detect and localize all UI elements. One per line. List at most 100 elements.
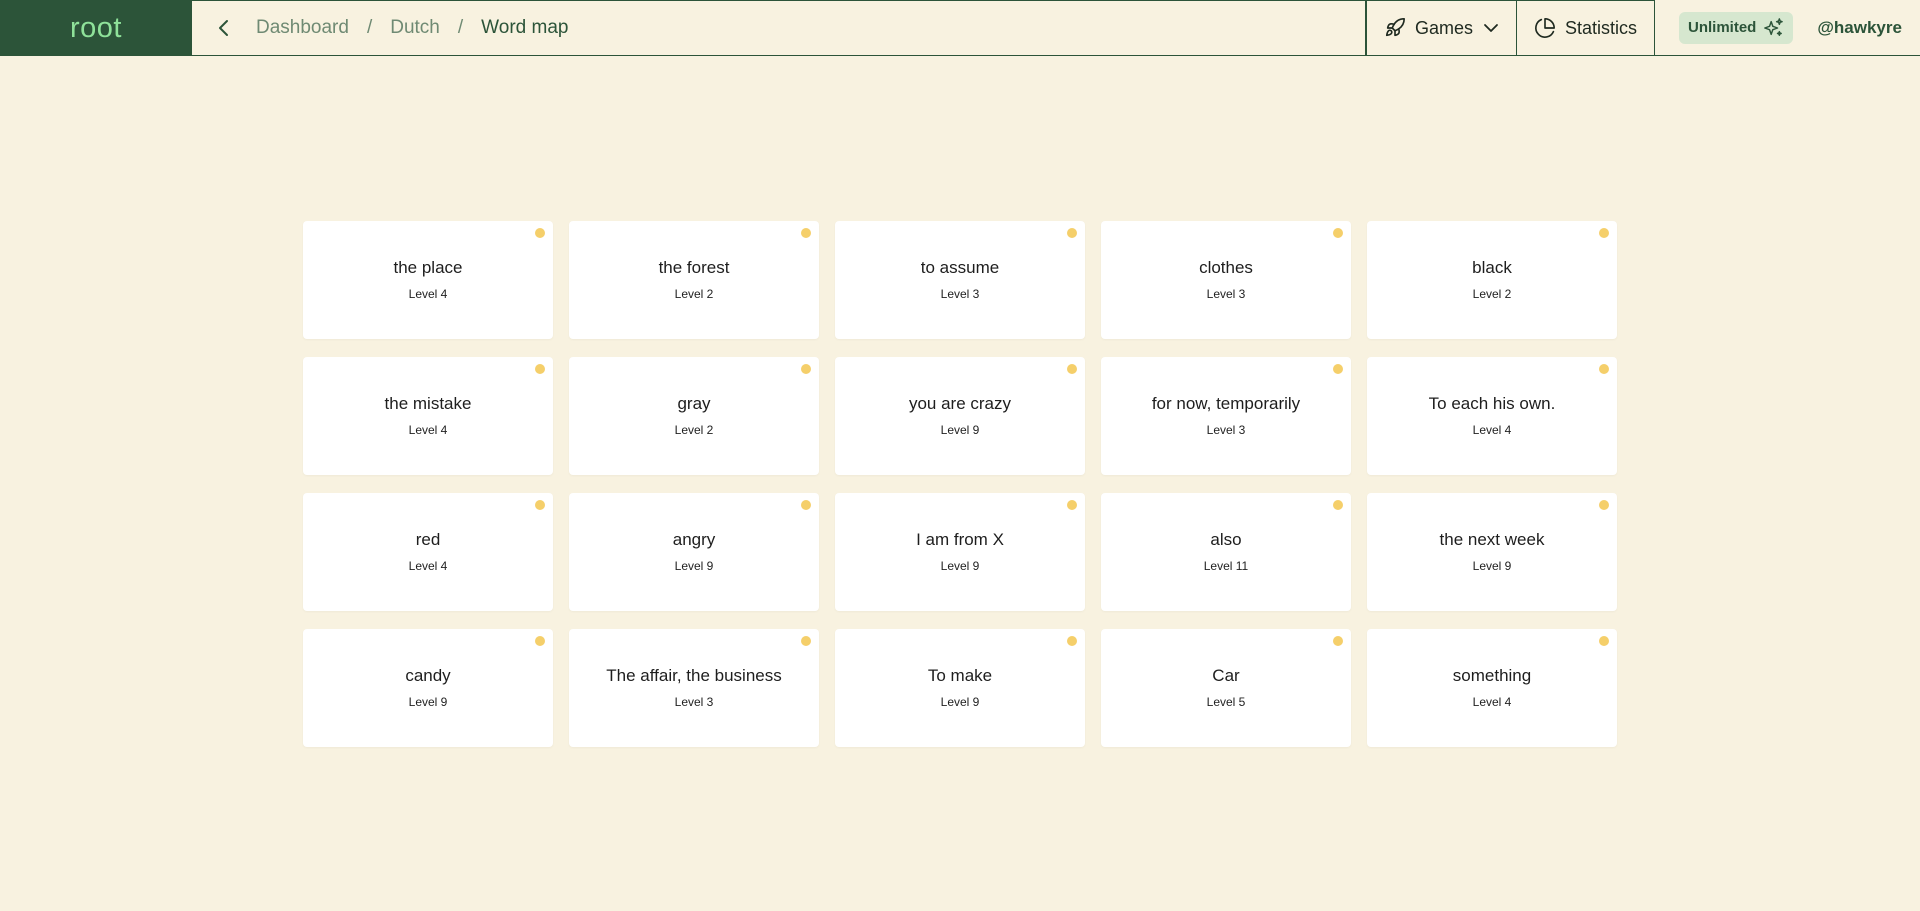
word-map-grid: the place Level 4 the forest Level 2 to assu… [303,221,1617,747]
status-dot [1333,636,1343,646]
word-card[interactable]: something Level 4 [1367,629,1617,747]
status-dot [535,228,545,238]
card-level: Level 4 [1472,422,1512,437]
word-card[interactable]: also Level 11 [1101,493,1351,611]
card-word: you are crazy [908,393,1012,413]
card-word: something [1452,665,1532,685]
card-word: To make [927,665,993,685]
card-level: Level 4 [408,286,448,301]
status-dot [1333,228,1343,238]
word-card[interactable]: angry Level 9 [569,493,819,611]
card-word: angry [672,529,716,549]
status-dot [801,500,811,510]
card-level: Level 4 [408,422,448,437]
status-dot [1599,500,1609,510]
status-dot [1067,228,1077,238]
word-card[interactable]: the mistake Level 4 [303,357,553,475]
card-word: black [1472,257,1512,277]
rocket-icon [1384,17,1406,39]
status-dot [1067,364,1077,374]
card-level: Level 3 [940,286,980,301]
card-word: the place [393,257,463,277]
status-dot [535,364,545,374]
word-card[interactable]: black Level 2 [1367,221,1617,339]
unlimited-badge[interactable]: Unlimited [1679,11,1794,44]
status-dot [1333,364,1343,374]
word-card[interactable]: To make Level 9 [835,629,1085,747]
card-word: The affair, the business [606,665,782,685]
word-card[interactable]: Car Level 5 [1101,629,1351,747]
word-card[interactable]: The affair, the business Level 3 [569,629,819,747]
breadcrumb-dashboard[interactable]: Dashboard [256,17,349,39]
card-word: red [415,529,441,549]
status-dot [1067,636,1077,646]
status-dot [535,636,545,646]
card-level: Level 11 [1203,558,1249,573]
word-card[interactable]: for now, temporarily Level 3 [1101,357,1351,475]
status-dot [1599,364,1609,374]
status-dot [1067,500,1077,510]
card-word: the mistake [384,393,472,413]
word-card[interactable]: red Level 4 [303,493,553,611]
unlimited-label: Unlimited [1688,19,1757,36]
card-word: the next week [1439,529,1545,549]
card-level: Level 5 [1206,694,1246,709]
breadcrumb-word-map: Word map [481,17,569,38]
card-word: clothes [1199,257,1253,277]
status-dot [1599,228,1609,238]
games-label: Games [1415,17,1474,38]
card-level: Level 2 [674,286,714,301]
status-dot [1333,500,1343,510]
breadcrumb: Dashboard / Dutch / Word map [192,0,1366,56]
user-area: Unlimited @hawkyre [1655,0,1920,56]
word-card[interactable]: the forest Level 2 [569,221,819,339]
word-card[interactable]: candy Level 9 [303,629,553,747]
card-level: Level 2 [674,422,714,437]
word-card[interactable]: To each his own. Level 4 [1367,357,1617,475]
breadcrumb-dutch[interactable]: Dutch [390,17,440,39]
status-dot [535,500,545,510]
word-card[interactable]: gray Level 2 [569,357,819,475]
games-menu-button[interactable]: Games [1366,0,1517,56]
statistics-button[interactable]: Statistics [1517,0,1655,56]
word-card[interactable]: the place Level 4 [303,221,553,339]
pie-chart-icon [1534,17,1556,39]
card-level: Level 9 [1472,558,1512,573]
status-dot [801,228,811,238]
word-card[interactable]: the next week Level 9 [1367,493,1617,611]
card-word: the forest [658,257,730,277]
statistics-label: Statistics [1565,17,1638,38]
word-card[interactable]: to assume Level 3 [835,221,1085,339]
card-level: Level 3 [1206,286,1246,301]
card-level: Level 2 [1472,286,1512,301]
breadcrumb-separator: / [366,17,373,38]
card-level: Level 9 [940,694,980,709]
back-chevron-icon[interactable] [214,18,234,38]
top-bar: root Dashboard / Dutch / Word map Games [0,0,1920,56]
word-card[interactable]: clothes Level 3 [1101,221,1351,339]
card-level: Level 9 [940,422,980,437]
card-word: candy [405,665,451,685]
status-dot [801,364,811,374]
word-card[interactable]: I am from X Level 9 [835,493,1085,611]
user-handle[interactable]: @hawkyre [1817,18,1902,38]
card-level: Level 9 [674,558,714,573]
card-word: I am from X [916,529,1004,549]
card-word: also [1210,529,1242,549]
card-level: Level 3 [674,694,714,709]
breadcrumb-separator: / [457,17,464,38]
word-card[interactable]: you are crazy Level 9 [835,357,1085,475]
card-word: To each his own. [1428,393,1556,413]
status-dot [1599,636,1609,646]
card-word: to assume [920,257,1000,277]
card-word: gray [677,393,711,413]
card-level: Level 9 [408,694,448,709]
card-level: Level 4 [408,558,448,573]
app-logo[interactable]: root [0,0,192,56]
sparkles-icon [1762,17,1784,38]
card-level: Level 3 [1206,422,1246,437]
card-word: Car [1212,665,1240,685]
card-word: for now, temporarily [1151,393,1301,413]
card-level: Level 9 [940,558,980,573]
status-dot [801,636,811,646]
